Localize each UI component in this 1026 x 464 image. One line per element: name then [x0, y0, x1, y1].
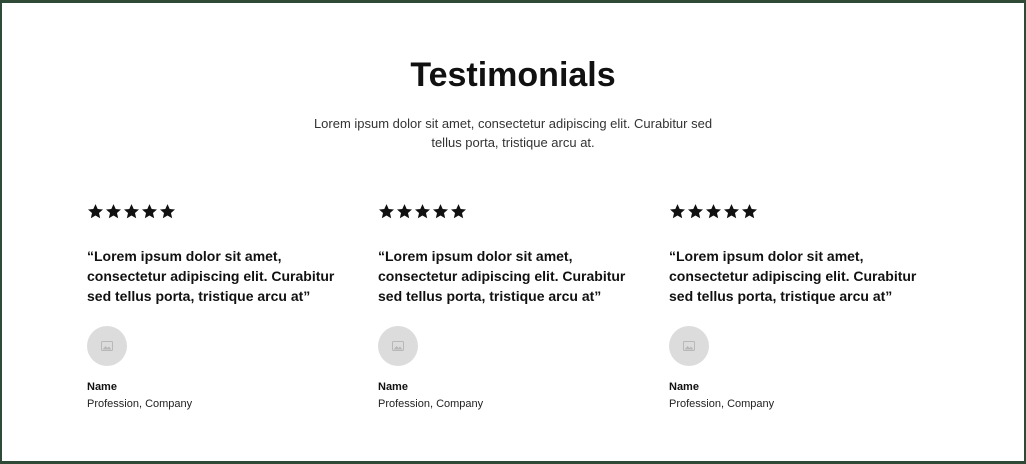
- star-icon: [414, 204, 431, 219]
- star-rating: [87, 203, 359, 225]
- star-icon: [141, 204, 158, 219]
- star-rating: [378, 203, 650, 225]
- star-icon: [705, 204, 722, 219]
- testimonial-card: “Lorem ipsum dolor sit amet, consectetur…: [87, 203, 359, 410]
- section-subtitle: Lorem ipsum dolor sit amet, consectetur …: [313, 116, 713, 150]
- star-icon: [87, 204, 104, 219]
- star-icon: [450, 204, 467, 219]
- star-icon: [396, 204, 413, 219]
- person-name: Name: [87, 381, 117, 393]
- star-rating: [669, 203, 941, 225]
- image-placeholder-icon: [101, 341, 113, 351]
- star-icon: [378, 204, 395, 219]
- testimonial-card: “Lorem ipsum dolor sit amet, consectetur…: [378, 203, 650, 410]
- person-role: Profession, Company: [378, 398, 484, 410]
- star-icon: [687, 204, 704, 219]
- person-role: Profession, Company: [669, 398, 775, 410]
- image-placeholder-icon: [683, 341, 695, 351]
- section-title: Testimonials: [410, 56, 616, 94]
- person-role: Profession, Company: [87, 398, 193, 410]
- testimonial-quote: “Lorem ipsum dolor sit amet, consectetur…: [87, 248, 335, 304]
- avatar: [87, 326, 127, 366]
- star-icon: [741, 204, 758, 219]
- image-placeholder-icon: [392, 341, 404, 351]
- star-icon: [723, 204, 740, 219]
- star-icon: [432, 204, 449, 219]
- testimonial-quote: “Lorem ipsum dolor sit amet, consectetur…: [378, 248, 626, 304]
- testimonial-card: “Lorem ipsum dolor sit amet, consectetur…: [669, 203, 941, 410]
- star-icon: [123, 204, 140, 219]
- avatar: [378, 326, 418, 366]
- person-name: Name: [378, 381, 408, 393]
- star-icon: [159, 204, 176, 219]
- star-icon: [105, 204, 122, 219]
- testimonials-section: Testimonials Lorem ipsum dolor sit amet,…: [2, 3, 1024, 461]
- person-name: Name: [669, 381, 699, 393]
- star-icon: [669, 204, 686, 219]
- avatar: [669, 326, 709, 366]
- testimonial-quote: “Lorem ipsum dolor sit amet, consectetur…: [669, 248, 917, 304]
